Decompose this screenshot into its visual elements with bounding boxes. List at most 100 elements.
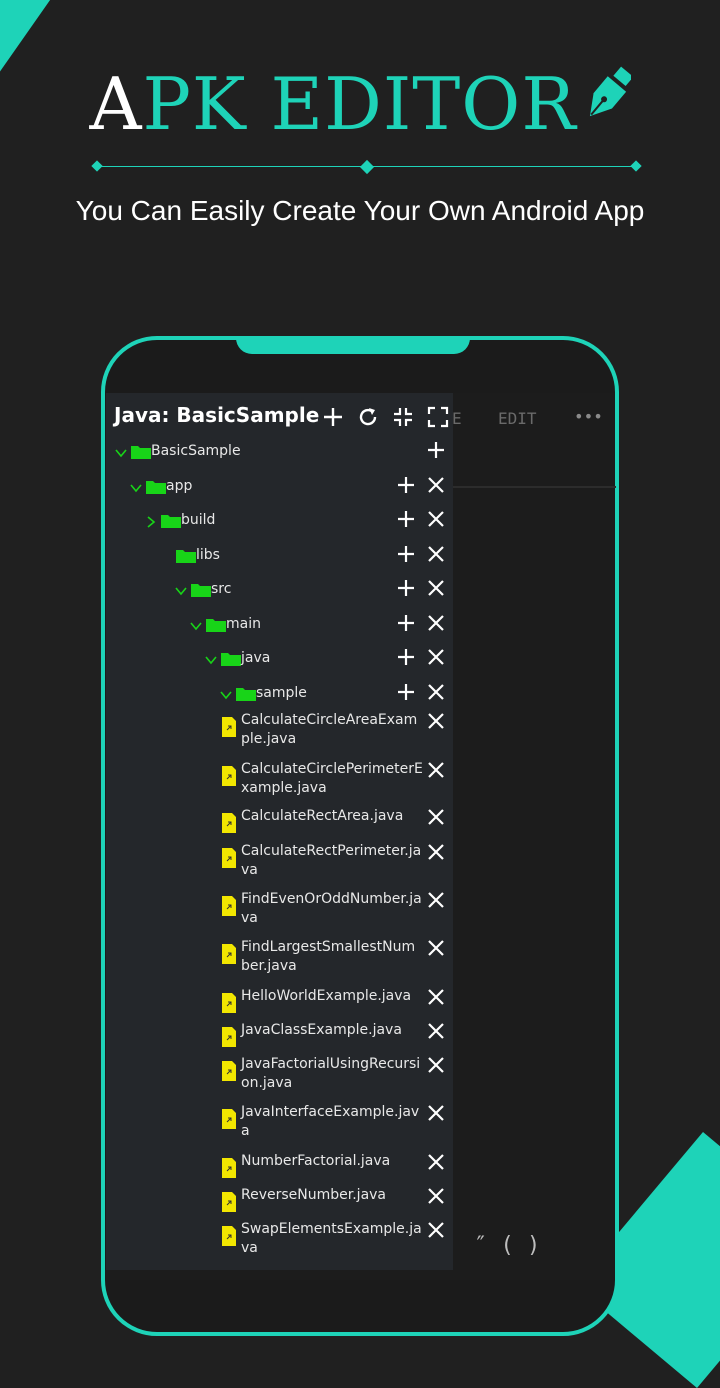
file-label: CalculateRectArea.java: [241, 808, 404, 824]
add-item-plus-icon[interactable]: [396, 647, 416, 667]
chevron-down-icon[interactable]: [114, 445, 128, 459]
java-file-icon: [222, 848, 236, 868]
folder-label: java: [241, 650, 271, 666]
editor-menu-partial[interactable]: E: [452, 409, 462, 428]
file-row[interactable]: JavaInterfaceExample.java: [106, 1103, 453, 1147]
close-icon[interactable]: [426, 890, 446, 910]
add-item-plus-icon[interactable]: [396, 544, 416, 564]
close-icon[interactable]: [426, 613, 446, 633]
refresh-icon[interactable]: [356, 405, 380, 429]
java-file-icon: [222, 1158, 236, 1178]
file-row[interactable]: JavaFactorialUsingRecursion.java: [106, 1055, 453, 1099]
plus-icon[interactable]: [321, 405, 345, 429]
java-file-icon: [222, 717, 236, 737]
java-file-icon: [222, 1061, 236, 1081]
collapse-icon[interactable]: [391, 405, 415, 429]
add-item-plus-icon[interactable]: [396, 578, 416, 598]
more-options-icon[interactable]: •••: [574, 407, 603, 426]
close-icon[interactable]: [426, 647, 446, 667]
chevron-down-icon[interactable]: [219, 687, 233, 701]
close-icon[interactable]: [426, 1186, 446, 1206]
close-icon[interactable]: [426, 475, 446, 495]
add-item-plus-icon[interactable]: [396, 475, 416, 495]
close-icon[interactable]: [426, 807, 446, 827]
folder-icon: [131, 444, 151, 459]
folder-row[interactable]: BasicSample: [106, 442, 453, 475]
close-icon[interactable]: [426, 987, 446, 1007]
chevron-down-icon[interactable]: [174, 583, 188, 597]
file-label: JavaFactorialUsingRecursion.java: [241, 1056, 421, 1091]
chevron-down-icon[interactable]: [189, 618, 203, 632]
folder-row[interactable]: main: [106, 614, 453, 648]
file-label: SwapElementsExample.java: [241, 1221, 422, 1256]
java-file-icon: [222, 766, 236, 786]
add-item-plus-icon[interactable]: [396, 613, 416, 633]
folder-icon: [191, 582, 211, 597]
file-label: CalculateCircleAreaExample.java: [241, 712, 418, 747]
file-row[interactable]: CalculateCirclePerimeterExample.java: [106, 760, 453, 804]
file-row[interactable]: FindLargestSmallestNumber.java: [106, 938, 453, 982]
folder-row[interactable]: app: [106, 476, 453, 510]
divider-diamond-left: [91, 160, 103, 172]
expand-icon[interactable]: [426, 405, 450, 429]
folder-icon: [146, 479, 166, 494]
close-icon[interactable]: [426, 711, 446, 731]
editor-menu-edit[interactable]: EDIT: [498, 409, 537, 428]
folder-row[interactable]: build: [106, 511, 453, 544]
folder-label: BasicSample: [151, 443, 241, 459]
folder-row[interactable]: src: [106, 580, 453, 613]
close-icon[interactable]: [426, 509, 446, 529]
folder-row[interactable]: java: [106, 649, 453, 682]
add-item-plus-icon[interactable]: [426, 440, 446, 460]
java-file-icon: [222, 1109, 236, 1129]
file-label: NumberFactorial.java: [241, 1153, 391, 1169]
chevron-right-icon[interactable]: [144, 514, 158, 528]
chevron-down-icon[interactable]: [204, 652, 218, 666]
close-icon[interactable]: [426, 842, 446, 862]
title-first-letter: A: [89, 62, 143, 146]
file-label: HelloWorldExample.java: [241, 988, 412, 1004]
add-item-plus-icon[interactable]: [396, 509, 416, 529]
folder-label: libs: [196, 546, 220, 563]
close-icon[interactable]: [426, 938, 446, 958]
close-icon[interactable]: [426, 578, 446, 598]
close-icon[interactable]: [426, 544, 446, 564]
panel-header: Java: BasicSample: [106, 393, 453, 439]
folder-icon: [236, 686, 256, 701]
close-icon[interactable]: [426, 1220, 446, 1240]
pen-nib-icon: [581, 62, 633, 149]
file-label: JavaClassExample.java: [241, 1022, 402, 1038]
java-file-icon: [222, 993, 236, 1013]
file-row[interactable]: SwapElementsExample.java: [106, 1220, 453, 1264]
folder-icon: [206, 617, 226, 632]
java-file-icon: [222, 896, 236, 916]
close-icon[interactable]: [426, 760, 446, 780]
close-icon[interactable]: [426, 1152, 446, 1172]
java-file-icon: [222, 813, 236, 833]
file-row[interactable]: FindEvenOrOddNumber.java: [106, 890, 453, 934]
editor-toolbar: E EDIT •••: [450, 395, 618, 441]
divider-diamond-center: [359, 159, 375, 175]
file-row[interactable]: CalculateCircleAreaExample.java: [106, 711, 453, 755]
file-label: ReverseNumber.java: [241, 1187, 387, 1203]
add-item-plus-icon[interactable]: [396, 682, 416, 702]
close-icon[interactable]: [426, 1055, 446, 1075]
folder-label: build: [181, 512, 216, 528]
close-icon[interactable]: [426, 1021, 446, 1041]
file-label: CalculateCirclePerimeterExample.java: [241, 761, 423, 796]
file-label: FindLargestSmallestNumber.java: [241, 939, 416, 974]
panel-title: Java: BasicSample: [114, 403, 320, 427]
folder-row[interactable]: libs: [106, 545, 453, 579]
file-label: CalculateRectPerimeter.java: [241, 843, 422, 878]
folder-label: main: [226, 615, 261, 632]
chevron-down-icon[interactable]: [129, 480, 143, 494]
folder-icon: [161, 513, 181, 528]
editor-symbol-keys[interactable]: ″ ( ): [474, 1233, 594, 1263]
divider-diamond-right: [630, 160, 642, 172]
folder-icon: [221, 651, 241, 666]
file-row[interactable]: CalculateRectPerimeter.java: [106, 842, 453, 886]
close-icon[interactable]: [426, 682, 446, 702]
subtitle: You Can Easily Create Your Own Android A…: [75, 195, 645, 226]
close-icon[interactable]: [426, 1103, 446, 1123]
app-title: APK EDITOR: [0, 62, 720, 149]
